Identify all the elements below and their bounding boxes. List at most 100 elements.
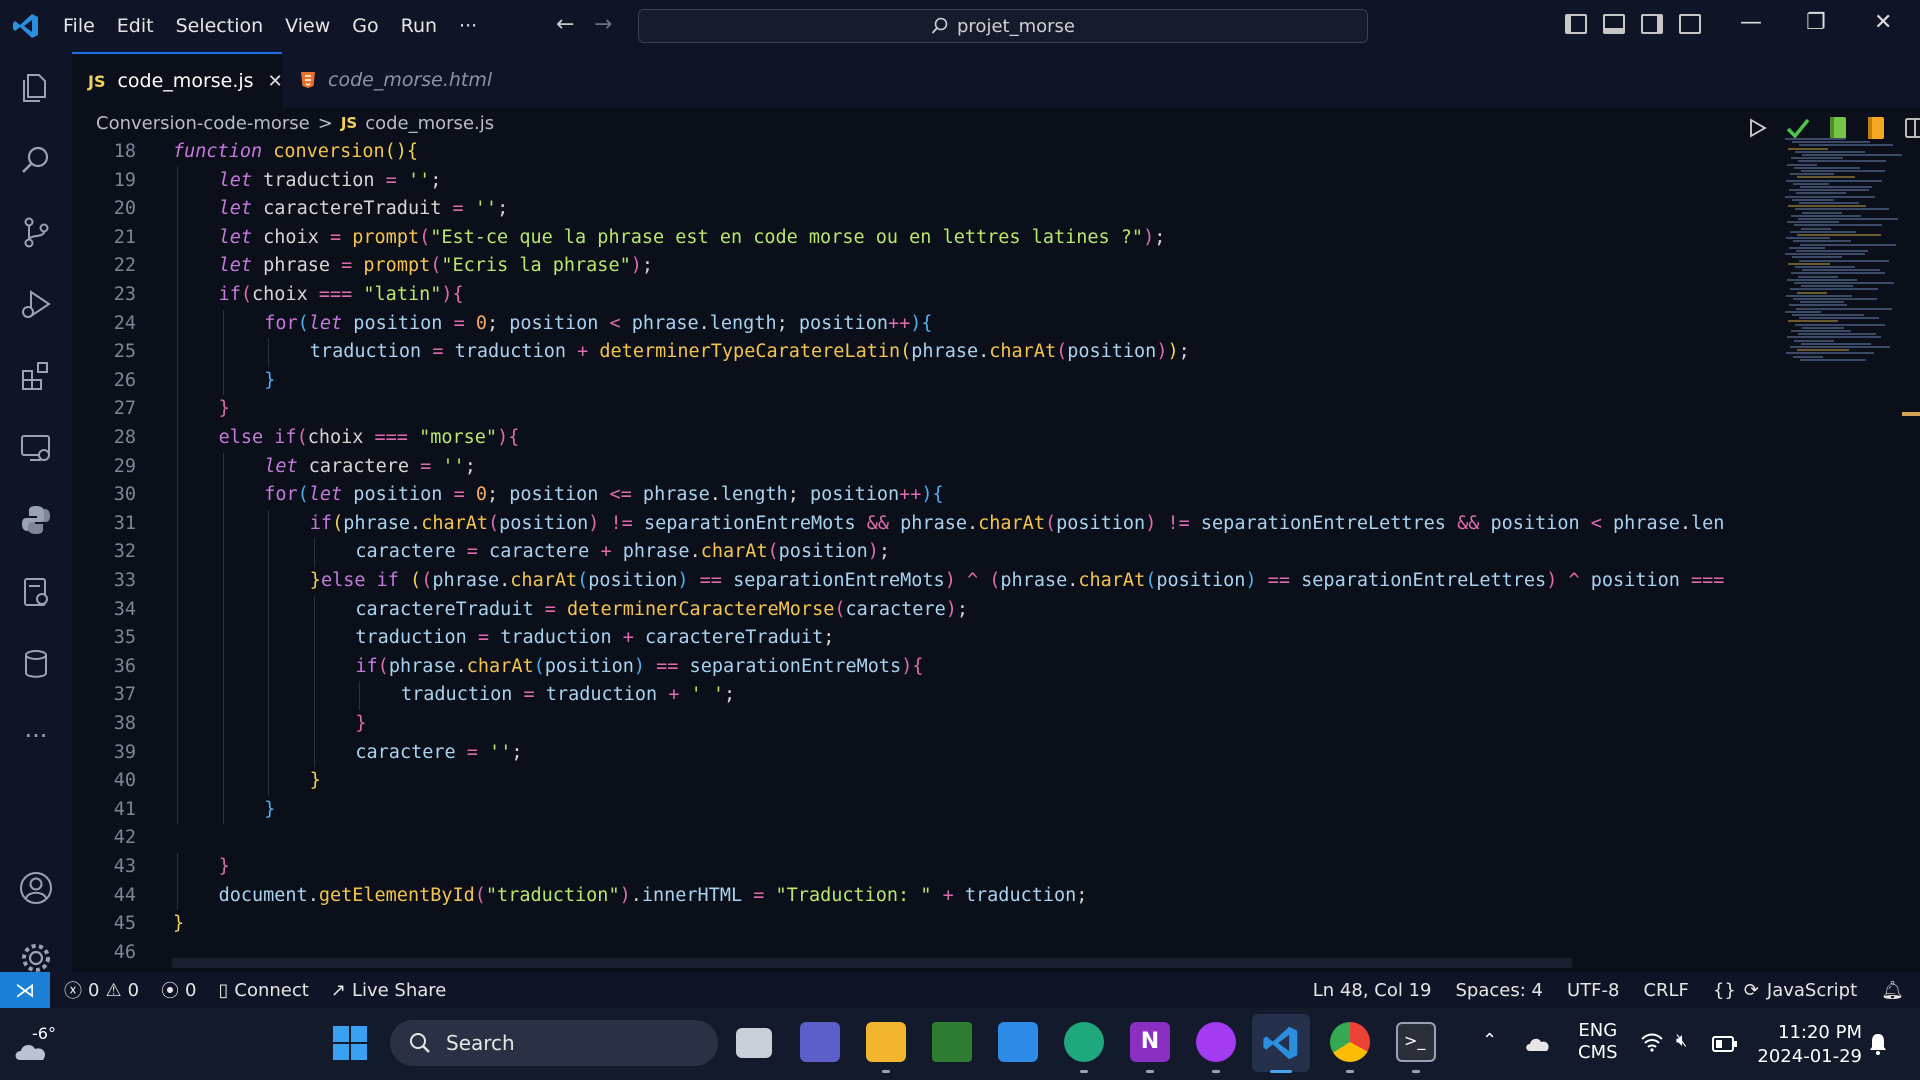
menu-view[interactable]: View: [274, 15, 341, 37]
code-line[interactable]: 19 let traduction = '';: [72, 166, 1777, 196]
code-line[interactable]: 35 traduction = traduction + caractereTra…: [72, 624, 1777, 653]
code-line[interactable]: 34 caractereTraduit = determinerCaractere…: [72, 595, 1777, 625]
cursor-position[interactable]: Ln 48, Col 19: [1313, 980, 1432, 1001]
scrollbar-thumb[interactable]: [1902, 412, 1920, 416]
code-line[interactable]: 44 document.getElementById("traduction").…: [72, 881, 1777, 911]
show-hidden-icons-icon[interactable]: ⌃: [1482, 1030, 1497, 1051]
menu-run[interactable]: Run: [390, 15, 448, 37]
code-line[interactable]: 27}: [72, 395, 1777, 424]
vscode-taskbar-icon[interactable]: [1262, 1024, 1300, 1062]
menu-edit[interactable]: Edit: [106, 15, 165, 37]
green-notebook-icon[interactable]: [1828, 116, 1848, 140]
volume-muted-icon[interactable]: 🔇︎: [1676, 1030, 1687, 1051]
run-and-debug-icon[interactable]: [14, 282, 58, 326]
ports-indicator[interactable]: ⦿ 0: [161, 977, 196, 1003]
search-icon[interactable]: [14, 138, 58, 182]
toggle-primary-sidebar-icon[interactable]: [1565, 14, 1587, 34]
file-explorer-icon[interactable]: [866, 1022, 906, 1062]
python-icon[interactable]: [14, 498, 58, 542]
code-line[interactable]: 24 for(let position = 0; position < phras…: [72, 309, 1777, 339]
code-line[interactable]: 33}else if ((phrase.charAt(position) == …: [72, 567, 1777, 596]
code-line[interactable]: 37 traduction = traduction + ' ';: [72, 681, 1777, 710]
split-editor-icon[interactable]: [1904, 117, 1920, 139]
mail-icon[interactable]: [998, 1022, 1038, 1062]
breadcrumb-folder[interactable]: Conversion-code-morse: [96, 113, 310, 134]
battery-icon[interactable]: [1712, 1036, 1738, 1052]
onenote-icon[interactable]: N: [1130, 1022, 1170, 1062]
code-line[interactable]: 31 if(phrase.charAt(position) != separati…: [72, 509, 1777, 539]
code-line[interactable]: 21 let choix = prompt("Est-ce que la phra…: [72, 223, 1777, 253]
minimize-icon[interactable]: —: [1740, 10, 1762, 35]
code-line[interactable]: 29 let caractere = '';: [72, 452, 1777, 482]
tab-code-morse-html[interactable]: code_morse.html: [282, 52, 512, 108]
breadcrumb-file[interactable]: code_morse.js: [365, 113, 494, 134]
language-mode[interactable]: {} ⟳ JavaScript: [1713, 980, 1857, 1001]
menu-file[interactable]: File: [52, 15, 106, 37]
messenger-icon[interactable]: [1196, 1022, 1236, 1062]
wifi-icon[interactable]: [1640, 1032, 1664, 1052]
code-line[interactable]: 42: [72, 824, 1777, 853]
accounts-icon[interactable]: [14, 866, 58, 910]
indentation[interactable]: Spaces: 4: [1455, 980, 1542, 1001]
input-language[interactable]: ENG CMS: [1578, 1020, 1618, 1064]
extensions-icon[interactable]: [14, 354, 58, 398]
taskbar-search[interactable]: Search: [390, 1020, 718, 1066]
code-line[interactable]: 32 caractere = caractere + phrase.charAt(…: [72, 538, 1777, 567]
code-line[interactable]: 28 else if(choix === "morse"){: [72, 424, 1777, 453]
toggle-secondary-sidebar-icon[interactable]: [1641, 14, 1663, 34]
code-line[interactable]: 23 if(choix === "latin"){: [72, 281, 1777, 310]
end-of-line[interactable]: CRLF: [1643, 980, 1688, 1001]
customize-layout-icon[interactable]: [1679, 14, 1701, 34]
task-view-icon[interactable]: [736, 1028, 772, 1058]
teams-icon[interactable]: [800, 1022, 840, 1062]
tab-code-morse-js[interactable]: JS code_morse.js ✕: [72, 52, 283, 108]
code-line[interactable]: 18 function conversion(){: [72, 138, 1777, 167]
code-line[interactable]: 39 caractere = '';: [72, 738, 1777, 768]
close-tab-icon[interactable]: ✕: [268, 71, 283, 92]
terminal-icon[interactable]: >_: [1396, 1022, 1436, 1062]
horizontal-scrollbar[interactable]: [172, 958, 1572, 968]
code-line[interactable]: 40}: [72, 767, 1777, 796]
connect-button[interactable]: ▯ Connect: [219, 980, 309, 1001]
code-editor[interactable]: 18 function conversion(){19 let traduction…: [72, 138, 1777, 968]
more-views-icon[interactable]: ···: [14, 714, 58, 758]
windows-start-icon[interactable]: [332, 1025, 368, 1061]
testing-icon[interactable]: [14, 570, 58, 614]
run-icon[interactable]: [1746, 117, 1768, 139]
code-line[interactable]: 20 let caractereTraduit = '';: [72, 195, 1777, 224]
remote-explorer-icon[interactable]: [14, 426, 58, 470]
forward-arrow-icon[interactable]: →: [594, 12, 612, 37]
code-line[interactable]: 45}: [72, 910, 1777, 939]
code-line[interactable]: 26}: [72, 366, 1777, 396]
chrome-icon[interactable]: [1330, 1022, 1370, 1062]
clock[interactable]: 11:20 PM 2024-01-29: [1757, 1021, 1862, 1069]
close-window-icon[interactable]: ✕: [1874, 10, 1892, 35]
source-control-icon[interactable]: [14, 210, 58, 254]
code-line[interactable]: 41}: [72, 795, 1777, 825]
back-arrow-icon[interactable]: ←: [556, 12, 574, 37]
code-line[interactable]: 43}: [72, 853, 1777, 882]
check-icon[interactable]: [1786, 117, 1810, 139]
menu-go[interactable]: Go: [341, 15, 389, 37]
code-line[interactable]: 25 traduction = traduction + determinerTy…: [72, 338, 1777, 367]
remote-indicator-icon[interactable]: ⋊: [0, 972, 50, 1008]
edge-icon[interactable]: [1064, 1022, 1104, 1062]
notification-center-icon[interactable]: [1868, 1032, 1888, 1056]
code-line[interactable]: 30 for(let position = 0; position <= phra…: [72, 481, 1777, 510]
minimap[interactable]: [1785, 138, 1903, 368]
toggle-panel-icon[interactable]: [1603, 14, 1625, 34]
onedrive-icon[interactable]: [1524, 1034, 1552, 1052]
encoding[interactable]: UTF-8: [1567, 980, 1619, 1001]
live-share-button[interactable]: ↗ Live Share: [331, 980, 447, 1001]
code-line[interactable]: 36 if(phrase.charAt(position) == separati…: [72, 652, 1777, 682]
code-line[interactable]: 22 let phrase = prompt("Ecris la phrase")…: [72, 252, 1777, 281]
database-icon[interactable]: [14, 642, 58, 686]
menu-more[interactable]: ···: [448, 15, 488, 37]
command-center-search[interactable]: projet_morse: [638, 9, 1368, 43]
vscode-logo-icon[interactable]: [12, 12, 40, 40]
notifications-bell-icon[interactable]: 🔔︎: [1881, 980, 1904, 1001]
microsoft-store-icon[interactable]: [932, 1022, 972, 1062]
restore-icon[interactable]: ❐: [1806, 10, 1826, 35]
orange-notebook-icon[interactable]: [1866, 116, 1886, 140]
menu-selection[interactable]: Selection: [165, 15, 275, 37]
